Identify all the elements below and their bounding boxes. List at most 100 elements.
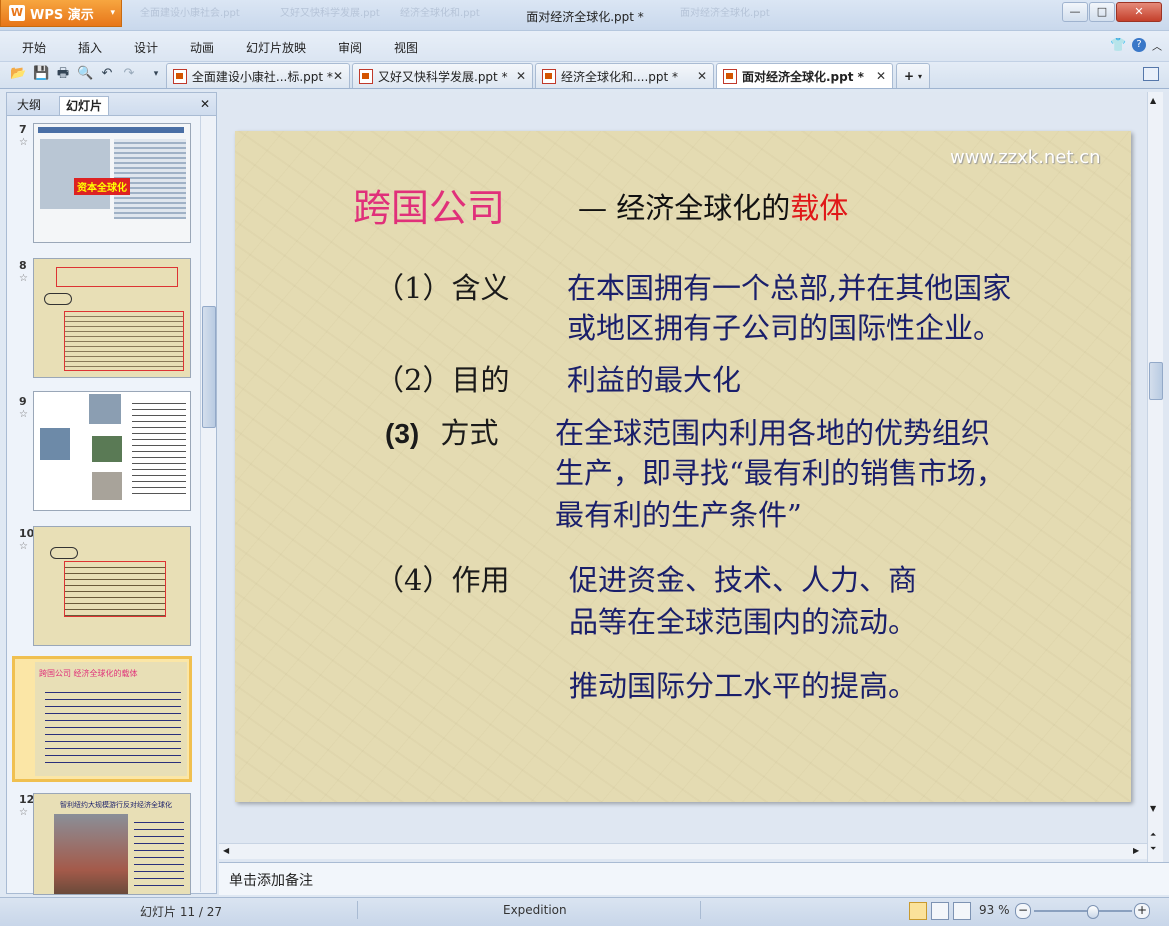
app-menu-button[interactable]: W WPS 演示 ▾ [0, 0, 122, 27]
panel-close-icon[interactable]: ✕ [200, 97, 210, 111]
slide-thumbnail[interactable] [33, 258, 191, 378]
redo-icon[interactable]: ↷ [121, 66, 137, 82]
zoom-slider[interactable] [1034, 905, 1132, 919]
horizontal-scrollbar[interactable]: ◀ ▶ [219, 843, 1147, 859]
item-label: （1）含义 [375, 271, 510, 305]
doc-tab[interactable]: 经济全球化和....ppt * ✕ [535, 63, 714, 88]
title-bar: W WPS 演示 ▾ 全面建设小康社会.ppt 又好又快科学发展.ppt 经济全… [0, 0, 1169, 31]
subtitle-prefix: — 经济全球化的 [578, 191, 791, 225]
normal-view-icon[interactable] [909, 902, 927, 920]
slide-canvas[interactable]: www.zzxk.net.cn 跨国公司 — 经济全球化的载体 （1）含义 在本… [235, 131, 1131, 802]
print-icon[interactable]: 🖶 [55, 66, 71, 82]
menu-design[interactable]: 设计 [134, 39, 158, 56]
item-text: 在本国拥有一个总部,并在其他国家 [567, 271, 1012, 305]
maximize-button[interactable]: □ [1089, 2, 1115, 22]
thumb-box [64, 311, 184, 371]
thumb-image [40, 139, 110, 209]
vertical-scrollbar[interactable]: ▲ ▼ ⏶ ⏷ [1147, 92, 1163, 862]
help-icon[interactable]: ? [1132, 38, 1146, 52]
app-name: WPS 演示 [30, 7, 94, 23]
ppt-file-icon [173, 68, 187, 84]
slide-thumbnail-selected[interactable]: 跨国公司 经济全球化的载体 [12, 656, 192, 782]
animation-star-icon: ☆ [19, 541, 28, 552]
save-icon[interactable]: 💾 [33, 66, 49, 82]
thumb-caption: 跨国公司 经济全球化的载体 [39, 669, 138, 678]
slide-thumbnail[interactable]: 资本全球化 [33, 123, 191, 243]
slides-panel: 大纲 幻灯片 ✕ 7 ☆ 资本全球化 8 ☆ 9 ☆ 10 ☆ 11 ☆ 跨国公… [6, 92, 217, 895]
animation-star-icon: ☆ [19, 273, 28, 284]
undo-icon[interactable]: ↶ [99, 66, 115, 82]
slideshow-view-icon[interactable] [953, 902, 971, 920]
previous-slide-icon[interactable]: ⏶ [1150, 830, 1156, 840]
scroll-left-icon[interactable]: ◀ [223, 846, 229, 855]
slide-thumbnail[interactable] [33, 391, 191, 511]
minimize-button[interactable]: — [1062, 2, 1088, 22]
new-tab-button[interactable]: + ▾ [896, 63, 930, 88]
notes-pane[interactable]: 单击添加备注 [219, 862, 1169, 895]
slide-subtitle: — 经济全球化的载体 [578, 185, 848, 227]
menu-home[interactable]: 开始 [22, 39, 46, 56]
zoom-out-icon[interactable]: − [1015, 903, 1031, 919]
animation-star-icon: ☆ [19, 137, 28, 148]
item-text: 推动国际分工水平的提高。 [569, 669, 918, 703]
thumb-image [92, 472, 122, 500]
slide-counter: 幻灯片 11 / 27 [140, 905, 223, 919]
tab-close-icon[interactable]: ✕ [697, 69, 707, 83]
thumb-text-lines [45, 686, 181, 766]
skin-icon[interactable]: 👕 [1110, 38, 1126, 53]
open-icon[interactable]: 📂 [10, 66, 26, 82]
scroll-thumb[interactable] [1149, 362, 1163, 400]
panel-scrollbar[interactable] [200, 116, 216, 892]
doc-tab-label: 面对经济全球化.ppt * [742, 69, 864, 84]
thumb-list [132, 398, 186, 498]
doc-tab[interactable]: 又好又快科学发展.ppt * ✕ [352, 63, 533, 88]
thumb-number: 9 [19, 395, 27, 408]
item-text: 利益的最大化 [567, 363, 742, 397]
dropdown-arrow-icon: ▾ [110, 8, 115, 18]
tab-close-icon[interactable]: ✕ [516, 69, 526, 83]
tab-outline[interactable]: 大纲 [11, 96, 47, 114]
thumb-text-lines [134, 816, 184, 892]
tab-close-icon[interactable]: ✕ [333, 69, 343, 83]
tab-close-icon[interactable]: ✕ [876, 69, 886, 83]
menu-animation[interactable]: 动画 [190, 39, 214, 56]
ppt-file-icon [723, 68, 737, 84]
ghost-tab: 全面建设小康社会.ppt [140, 8, 240, 19]
item-text: 促进资金、技术、人力、商 [569, 563, 918, 597]
zoom-slider-thumb[interactable] [1087, 905, 1099, 919]
item-label: (3) 方式 [385, 410, 498, 452]
item-label-text: 方式 [440, 416, 499, 450]
slide-thumbnail[interactable]: 智利纽约大规模游行反对经济全球化 [33, 793, 191, 895]
scroll-up-icon[interactable]: ▲ [1150, 96, 1156, 105]
scroll-right-icon[interactable]: ▶ [1133, 846, 1139, 855]
close-button[interactable]: ✕ [1116, 2, 1162, 22]
zoom-in-icon[interactable]: + [1134, 903, 1150, 919]
tab-slides[interactable]: 幻灯片 [59, 96, 110, 115]
plus-icon: + [903, 69, 915, 83]
chevron-up-icon[interactable]: ︿ [1152, 38, 1162, 53]
doc-tab-active[interactable]: 面对经济全球化.ppt * ✕ [716, 63, 893, 88]
ppt-file-icon [359, 68, 373, 84]
thumb-header [38, 127, 184, 133]
task-pane-icon[interactable] [1143, 67, 1159, 81]
print-preview-icon[interactable]: 🔍 [77, 66, 93, 82]
menu-view[interactable]: 视图 [394, 39, 418, 56]
menu-insert[interactable]: 插入 [78, 39, 102, 56]
next-slide-icon[interactable]: ⏷ [1150, 844, 1156, 854]
thumb-oval [50, 547, 78, 559]
theme-name: Expedition [503, 903, 567, 917]
thumb-photo [54, 814, 128, 894]
doc-tab[interactable]: 全面建设小康社...标.ppt * ✕ [166, 63, 350, 88]
item-text: 品等在全球范围内的流动。 [569, 605, 918, 639]
doc-tab-label: 经济全球化和....ppt * [561, 69, 679, 84]
customize-toolbar-icon[interactable]: ▾ [148, 66, 164, 82]
scroll-thumb[interactable] [202, 306, 216, 428]
slide-sorter-view-icon[interactable] [931, 902, 949, 920]
thumb-slide: 跨国公司 经济全球化的载体 [35, 662, 187, 776]
scroll-down-icon[interactable]: ▼ [1150, 804, 1156, 813]
doc-tab-label: 又好又快科学发展.ppt * [378, 69, 508, 84]
ppt-file-icon [542, 68, 556, 84]
slide-thumbnail[interactable] [33, 526, 191, 646]
menu-slideshow[interactable]: 幻灯片放映 [246, 39, 306, 56]
menu-review[interactable]: 审阅 [338, 39, 362, 56]
